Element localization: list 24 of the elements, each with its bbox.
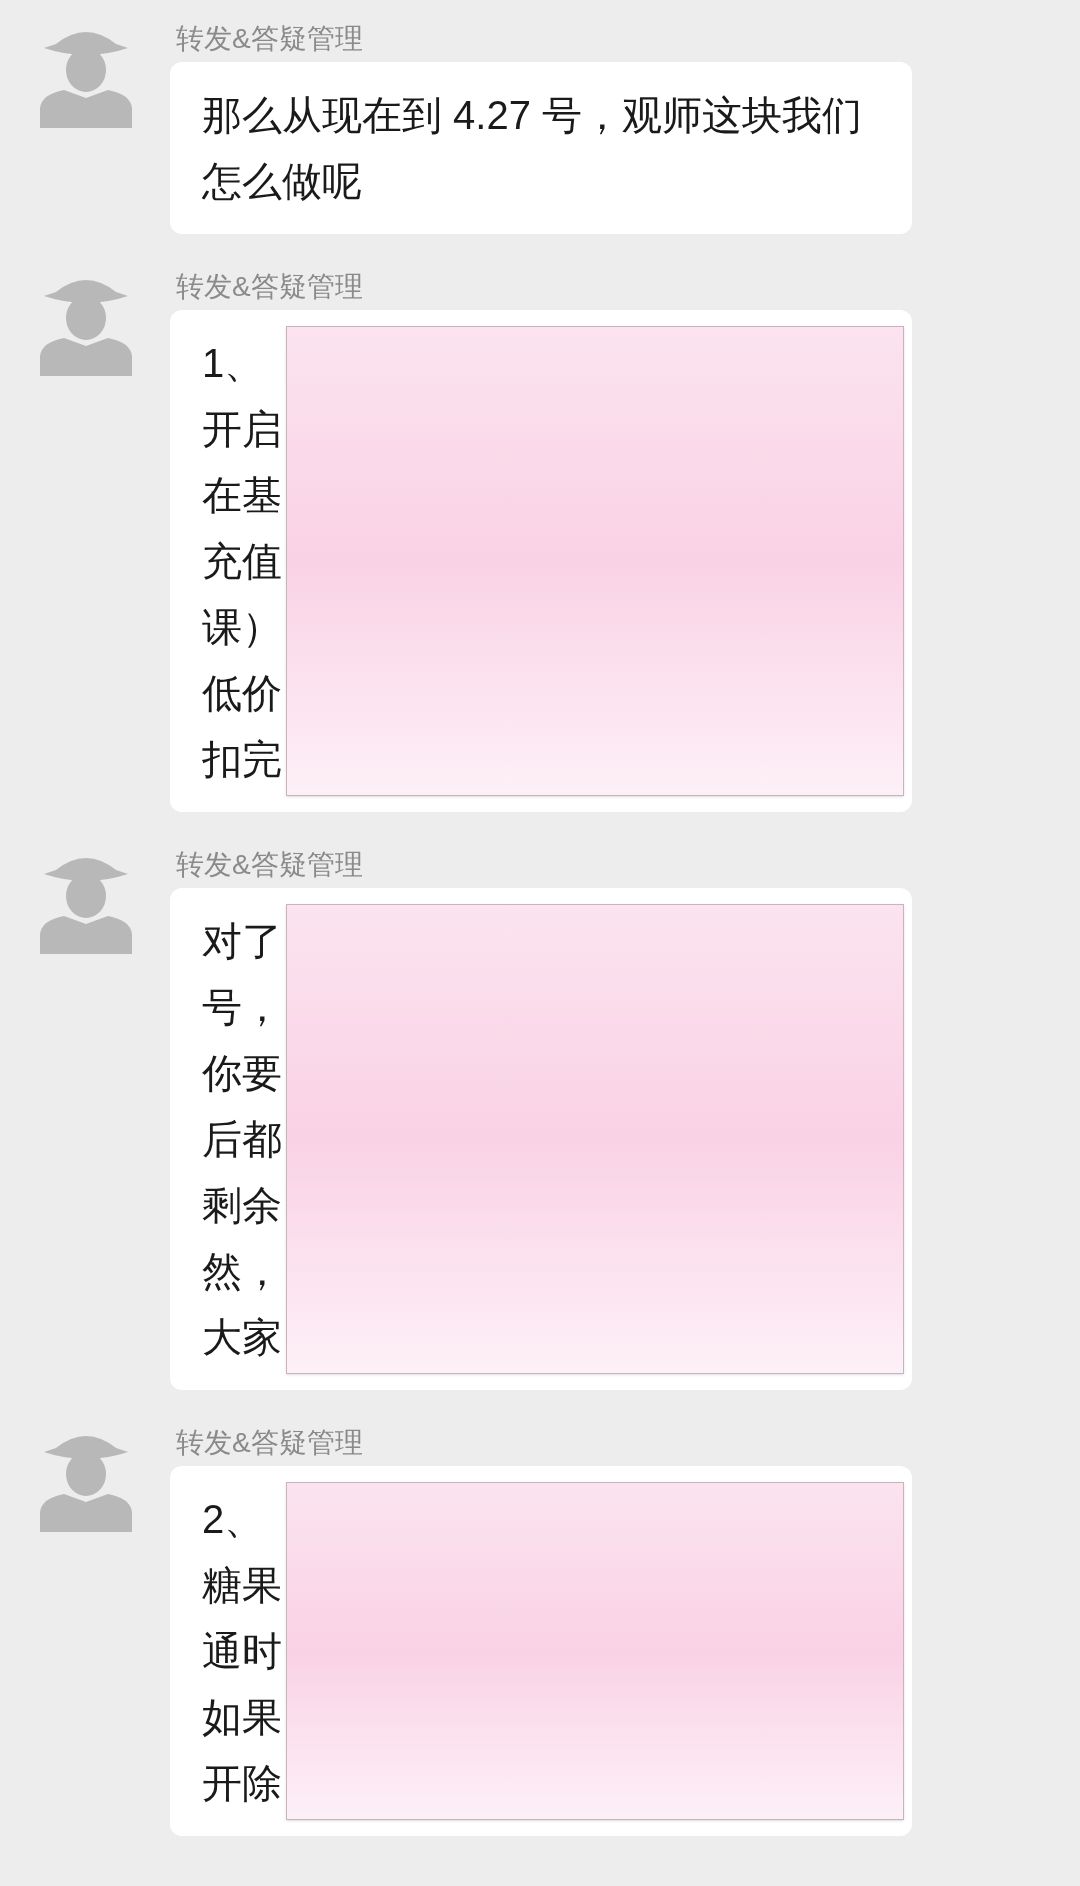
message-text: 号， [202,984,282,1031]
sender-name: 转发&答疑管理 [175,1426,364,1460]
message-text: 低价 [202,670,282,717]
message-text: 在基 [202,472,282,519]
message-text: 对了 [202,918,282,965]
message-text: 如果 [202,1694,282,1741]
message-text: 后都 [202,1116,282,1163]
message-text: 课） [202,604,282,651]
sender-name: 转发&答疑管理 [175,270,364,304]
message-text: 充值 [202,538,282,585]
message-text: 扣完 [202,736,282,783]
message-text: 2、 [202,1496,265,1543]
message-text: 那么从现在到 4.27 号，观师这块我们怎么做呢 [202,92,864,205]
message-text: 糖果 [202,1562,282,1609]
message-text: 大家 [202,1314,282,1361]
sender-name: 转发&答疑管理 [175,22,364,56]
message-text: 开除 [202,1760,282,1807]
message-text: 开启 [202,406,282,453]
message-text: 1、 [202,340,265,387]
message-text: 然， [202,1248,282,1295]
message-text: 剩余 [202,1182,282,1229]
message-text: 你要 [202,1050,282,1097]
message-text: 通时 [202,1628,282,1675]
sender-name: 转发&答疑管理 [175,848,364,882]
